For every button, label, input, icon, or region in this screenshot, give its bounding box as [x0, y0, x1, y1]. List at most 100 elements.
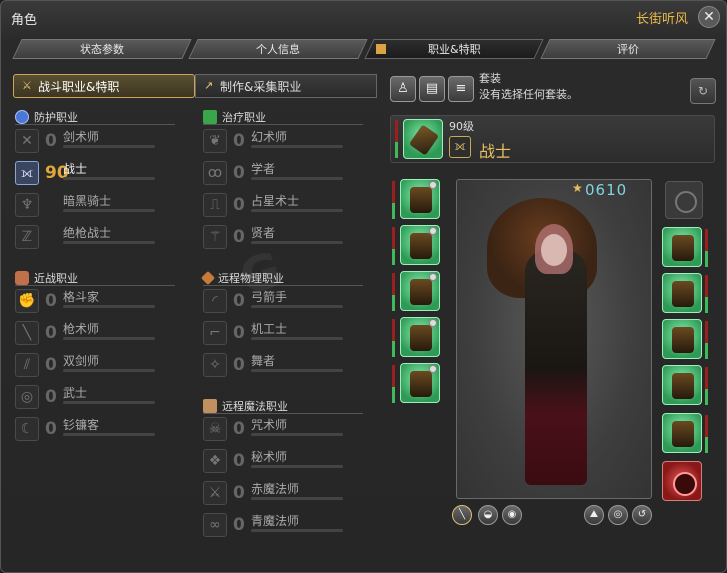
samurai-icon: ◎	[15, 385, 39, 409]
job-thaumaturge[interactable]: ☠ 0 咒术师	[203, 415, 363, 443]
spiritbond-meter	[392, 295, 395, 311]
job-name: 战士	[63, 162, 88, 176]
subtab-crafting[interactable]: ↗ 制作&采集职业	[195, 74, 377, 98]
job-sage[interactable]: ⚚ 0 贤者	[203, 223, 363, 251]
head-slot[interactable]	[400, 179, 440, 219]
job-level: 0	[233, 451, 245, 471]
list-icon[interactable]: ≡	[448, 76, 474, 102]
sword-icon: ⚔	[22, 79, 32, 92]
spiritbond-meter	[392, 387, 395, 403]
job-arcanist[interactable]: ❖ 0 秘术师	[203, 447, 363, 475]
job-level: 0	[233, 419, 245, 439]
job-level: 0	[233, 323, 245, 343]
job-name: 剑术师	[63, 130, 100, 144]
job-exp-bar	[251, 145, 343, 148]
tab-profile[interactable]: 个人信息	[188, 39, 368, 59]
weapon-job: 战士	[479, 142, 512, 161]
subtab-combat-label: 战斗职业&特职	[38, 79, 120, 94]
window-title: 角色	[11, 13, 38, 28]
glamour-icon[interactable]: ♙	[390, 76, 416, 102]
character-portrait[interactable]	[456, 179, 652, 499]
tab-status[interactable]: 状态参数	[12, 39, 192, 59]
section-healer-title: 治疗职业	[222, 111, 266, 124]
tab-classes[interactable]: 职业&特职	[364, 39, 544, 59]
pose-icon[interactable]: ⛰	[584, 505, 604, 525]
section-caster-title: 远程魔法职业	[222, 400, 288, 413]
red-mage-icon: ⚔	[203, 481, 227, 505]
job-warrior[interactable]: ⟗ 90 战士	[15, 159, 175, 187]
dye-dot	[429, 227, 437, 235]
headgear-toggle-icon[interactable]: ◒	[478, 505, 498, 525]
job-level: 0	[45, 419, 57, 439]
job-name: 枪术师	[63, 322, 100, 336]
hands-slot[interactable]	[400, 271, 440, 311]
job-rogue[interactable]: ⫽ 0 双剑师	[15, 351, 175, 379]
arcanist-icon: ❖	[203, 449, 227, 473]
class-subtabs: ⚔ 战斗职业&特职 ↗ 制作&采集职业	[13, 74, 377, 98]
scholar-icon: ꝏ	[203, 161, 227, 185]
durability-meter	[705, 367, 708, 389]
visor-toggle-icon[interactable]: ◉	[502, 505, 522, 525]
job-exp-bar	[251, 305, 343, 308]
earrings-slot[interactable]	[662, 227, 702, 267]
job-level: 0	[233, 131, 245, 151]
job-name: 格斗家	[63, 290, 100, 304]
job-dark-knight[interactable]: ♆ 暗黑骑士	[15, 191, 175, 219]
character-head-image	[541, 234, 567, 266]
body-slot[interactable]	[400, 225, 440, 265]
close-icon[interactable]: ✕	[698, 6, 720, 28]
staff-icon	[203, 399, 217, 413]
weapon-toggle-icon[interactable]: ╲	[452, 505, 472, 525]
warrior-icon: ⟗	[449, 136, 471, 158]
job-level: 0	[45, 387, 57, 407]
ring-slot-2[interactable]	[662, 413, 702, 453]
job-exp-bar	[63, 145, 155, 148]
job-conjurer[interactable]: ❦ 0 幻术师	[203, 127, 363, 155]
necklace-slot[interactable]	[662, 273, 702, 313]
job-exp-bar	[251, 209, 343, 212]
job-exp-bar	[251, 465, 343, 468]
durability-meter	[392, 273, 395, 295]
job-gladiator[interactable]: ✕ 0 剑术师	[15, 127, 175, 155]
job-level: 0	[45, 291, 57, 311]
cards-icon[interactable]: ▤	[419, 76, 445, 102]
eye-icon[interactable]: ◎	[608, 505, 628, 525]
spiritbond-meter	[705, 251, 708, 267]
job-lancer[interactable]: ╲ 0 枪术师	[15, 319, 175, 347]
job-red-mage[interactable]: ⚔ 0 赤魔法师	[203, 479, 363, 507]
refresh-icon[interactable]: ↻	[690, 78, 716, 104]
job-samurai[interactable]: ◎ 0 武士	[15, 383, 175, 411]
weapon-panel: 90级 ⟗ 战士	[390, 115, 715, 163]
soul-crystal-slot[interactable]	[662, 461, 702, 501]
ring-slot-1[interactable]	[662, 365, 702, 405]
legs-slot[interactable]	[400, 317, 440, 357]
job-name: 钐镰客	[63, 418, 100, 432]
job-blue-mage[interactable]: ∞ 0 青魔法师	[203, 511, 363, 539]
job-name: 双剑师	[63, 354, 100, 368]
job-reaper[interactable]: ☾ 0 钐镰客	[15, 415, 175, 443]
gearset-value: 没有选择任何套装。	[479, 88, 578, 101]
subtab-combat[interactable]: ⚔ 战斗职业&特职	[13, 74, 195, 98]
job-machinist[interactable]: ⌐ 0 机工士	[203, 319, 363, 347]
section-melee-title: 近战职业	[34, 272, 78, 285]
durability-meter	[705, 415, 708, 437]
dye-dot	[429, 319, 437, 327]
job-exp-bar	[251, 177, 343, 180]
durability-meter	[705, 275, 708, 297]
job-dancer[interactable]: ✧ 0 舞者	[203, 351, 363, 379]
section-tank-title: 防护职业	[34, 111, 78, 124]
job-scholar[interactable]: ꝏ 0 学者	[203, 159, 363, 187]
job-astrologian[interactable]: ⎍ 0 占星术士	[203, 191, 363, 219]
job-exp-bar	[63, 241, 155, 244]
rotate-icon[interactable]: ↺	[632, 505, 652, 525]
job-gunbreaker[interactable]: ℤ 绝枪战士	[15, 223, 175, 251]
job-pugilist[interactable]: ✊ 0 格斗家	[15, 287, 175, 315]
bracelets-slot[interactable]	[662, 319, 702, 359]
durability-meter	[705, 321, 708, 343]
spiritbond-meter	[705, 297, 708, 313]
main-hand-slot[interactable]	[403, 119, 443, 159]
subtab-crafting-label: 制作&采集职业	[220, 79, 302, 94]
tab-review[interactable]: 评价	[540, 39, 716, 59]
job-exp-bar	[251, 497, 343, 500]
feet-slot[interactable]	[400, 363, 440, 403]
